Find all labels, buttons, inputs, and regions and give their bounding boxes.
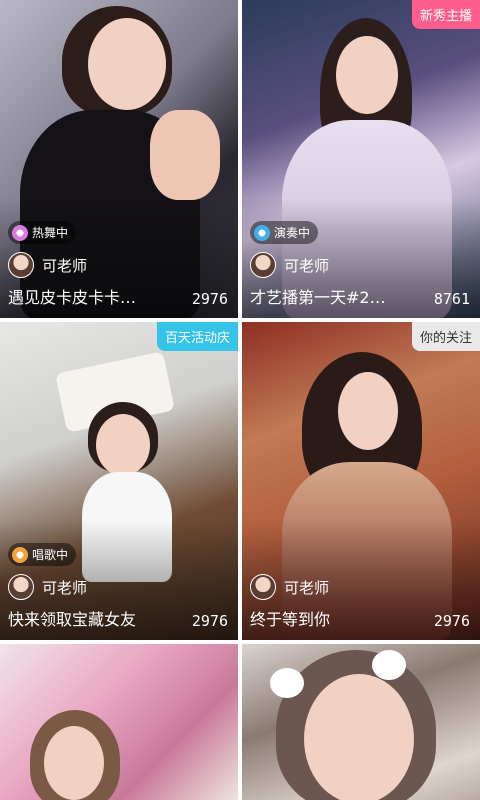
host-face-image <box>304 674 414 800</box>
following-tag: 你的关注 <box>411 322 480 351</box>
host-face-image <box>96 414 150 476</box>
new-host-tag: 新秀主播 <box>411 0 480 29</box>
avatar <box>250 252 276 278</box>
host-name: 可老师 <box>284 578 330 597</box>
live-room-card[interactable]: 新秀主播 演奏中 可老师 才艺播第一天#2… 8761 <box>242 0 480 318</box>
room-title: 终于等到你 <box>250 610 331 629</box>
live-room-card[interactable] <box>242 644 480 800</box>
host-name: 可老师 <box>42 578 88 597</box>
status-badge: 演奏中 <box>250 221 319 244</box>
host-hand-image <box>150 110 220 200</box>
viewer-count: 2976 <box>433 612 470 630</box>
status-label: 热舞中 <box>32 226 69 240</box>
viewer-count: 2976 <box>191 612 228 630</box>
anniversary-tag: 百天活动庆 <box>156 322 238 351</box>
live-room-card[interactable]: 你的关注 可老师 终于等到你 2976 <box>242 322 480 640</box>
host-face-image <box>338 372 398 450</box>
room-title: 快来领取宝藏女友 <box>8 610 137 629</box>
viewer-count: 2976 <box>191 290 228 308</box>
status-badge: 唱歌中 <box>8 543 77 566</box>
status-label: 演奏中 <box>274 226 311 240</box>
status-label: 唱歌中 <box>32 548 69 562</box>
host-info: 可老师 <box>8 252 87 278</box>
room-title: 才艺播第一天#2… <box>250 288 386 307</box>
live-room-card[interactable]: 百天活动庆 唱歌中 可老师 快来领取宝藏女友 2976 <box>0 322 238 640</box>
avatar <box>250 574 276 600</box>
host-name: 可老师 <box>284 256 330 275</box>
viewer-count: 8761 <box>433 290 470 308</box>
live-room-card[interactable]: 热舞中 可老师 遇见皮卡皮卡卡… 2976 <box>0 0 238 318</box>
status-badge: 热舞中 <box>8 221 77 244</box>
instrument-status-icon <box>254 224 270 241</box>
room-title: 遇见皮卡皮卡卡… <box>8 288 137 307</box>
avatar <box>8 252 34 278</box>
host-face-image <box>44 726 104 800</box>
host-info: 可老师 <box>250 252 329 278</box>
sticker-icon <box>372 650 406 680</box>
microphone-status-icon <box>12 546 28 563</box>
host-info: 可老师 <box>8 574 87 600</box>
avatar <box>8 574 34 600</box>
live-room-grid: 热舞中 可老师 遇见皮卡皮卡卡… 2976 新秀主播 演奏中 可老师 才艺播第一… <box>0 0 480 800</box>
sticker-icon <box>270 668 304 698</box>
host-face-image <box>88 18 166 110</box>
host-name: 可老师 <box>42 256 88 275</box>
live-room-card[interactable] <box>0 644 238 800</box>
dance-status-icon <box>12 224 28 241</box>
host-info: 可老师 <box>250 574 329 600</box>
host-face-image <box>336 36 398 114</box>
